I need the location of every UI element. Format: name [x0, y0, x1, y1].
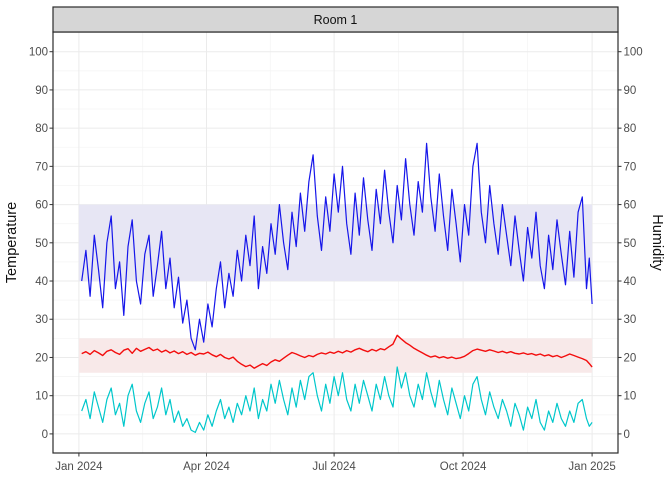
figure: 0 10 20 30 40 50 60 70 80 90 100 0 10 20 30 40 50 60 70 80 9… — [0, 0, 672, 480]
y-left-tick-label: 90 — [35, 85, 48, 97]
x-tick-label: Apr 2024 — [183, 461, 230, 473]
y-left-tick-label: 40 — [35, 276, 48, 288]
y-left-tick-label: 60 — [35, 200, 48, 212]
y-right-tick-label: 80 — [624, 123, 637, 135]
x-tick-label: Oct 2024 — [440, 461, 487, 473]
y-left-tick-label: 50 — [35, 238, 48, 250]
y-right-tick-label: 50 — [624, 238, 637, 250]
y-axis-title-right: Humidity — [649, 214, 665, 271]
y-right-tick-label: 40 — [624, 276, 637, 288]
y-right-tick-label: 30 — [624, 314, 637, 326]
x-tick-label: Jan 2024 — [55, 461, 103, 473]
y-right-tick-label: 0 — [624, 429, 630, 441]
y-right-tick-label: 70 — [624, 161, 637, 173]
temperature-target-band — [79, 338, 592, 372]
x-tick-label: Jul 2024 — [312, 461, 356, 473]
y-right-tick-label: 90 — [624, 85, 637, 97]
y-right-tick-label: 60 — [624, 200, 637, 212]
facet-strip-title: Room 1 — [314, 13, 358, 27]
x-tick-label: Jan 2025 — [568, 461, 615, 473]
y-right-tick-label: 100 — [624, 47, 643, 59]
y-left-tick-label: 20 — [35, 352, 48, 364]
y-right-tick-label: 10 — [624, 391, 637, 403]
room1-timeseries-chart: 0 10 20 30 40 50 60 70 80 90 100 0 10 20 30 40 50 60 70 80 9… — [0, 0, 672, 480]
y-right-tick-label: 20 — [624, 352, 637, 364]
y-left-tick-label: 100 — [29, 47, 48, 59]
y-left-tick-label: 30 — [35, 314, 48, 326]
y-left-tick-label: 70 — [35, 161, 48, 173]
y-axis-title-left: Temperature — [4, 202, 20, 283]
y-left-tick-label: 0 — [42, 429, 48, 441]
y-left-tick-label: 80 — [35, 123, 48, 135]
y-left-tick-label: 10 — [35, 391, 48, 403]
